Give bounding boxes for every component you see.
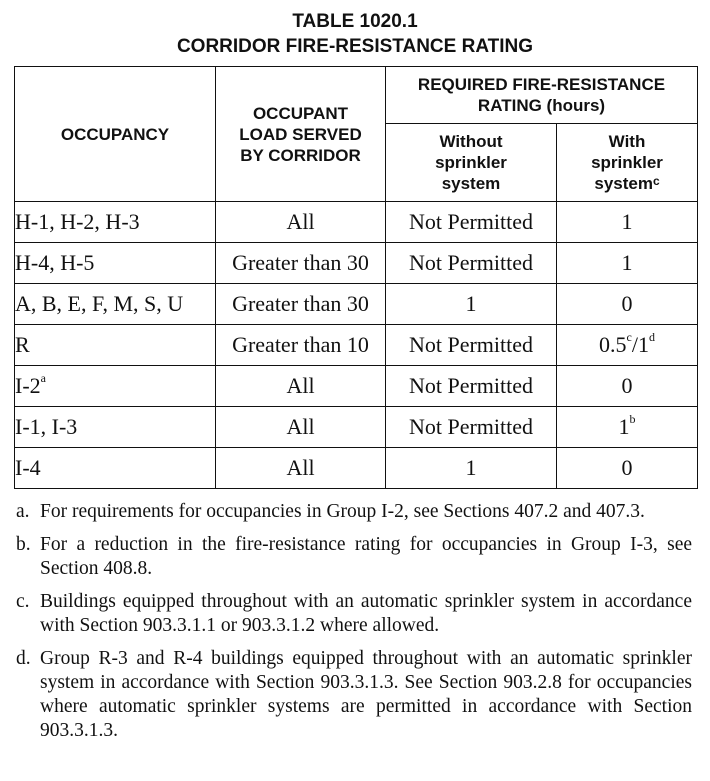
table-row: I-1, I-3 All Not Permitted 1b — [14, 406, 699, 448]
cell-without-sprinkler: Not Permitted — [385, 201, 557, 243]
footnote-label: a. — [16, 501, 30, 522]
cell-with-sprinkler: 1 — [555, 201, 699, 243]
footnote: d. Group R-3 and R-4 buildings equipped t… — [16, 647, 692, 743]
cell-without-sprinkler: 1 — [385, 447, 557, 489]
footnotes: a. For requirements for occupancies in Gr… — [16, 500, 692, 752]
cell-without-sprinkler: Not Permitted — [385, 242, 557, 284]
table-row: R Greater than 10 Not Permitted 0.5c/1d — [14, 324, 699, 366]
footnote-ref: c — [652, 174, 660, 188]
footnote-label: d. — [16, 648, 31, 669]
cell-occupant-load: All — [215, 201, 386, 243]
footnote-text: Group R-3 and R-4 buildings equipped thr… — [40, 648, 692, 741]
cell-occupant-load: Greater than 30 — [215, 242, 386, 284]
footnote: b. For a reduction in the fire-resistance… — [16, 533, 692, 581]
table-row: H-1, H-2, H-3 All Not Permitted 1 — [14, 201, 699, 243]
cell-without-sprinkler: Not Permitted — [385, 406, 557, 448]
cell-occupant-load: All — [215, 447, 386, 489]
footnote-text: For a reduction in the fire-resistance r… — [40, 534, 692, 579]
footnote-text: For requirements for occupancies in Grou… — [40, 501, 645, 522]
table-row: A, B, E, F, M, S, U Greater than 30 1 0 — [14, 283, 699, 325]
cell-with-sprinkler: 0 — [555, 365, 699, 407]
cell-without-sprinkler: 1 — [385, 283, 557, 325]
cell-occupancy: I-4 — [14, 447, 216, 489]
cell-occupant-load: All — [215, 406, 386, 448]
cell-without-sprinkler: Not Permitted — [385, 365, 557, 407]
cell-occupancy: R — [14, 324, 216, 366]
footnote-ref: b — [629, 412, 636, 426]
cell-without-sprinkler: Not Permitted — [385, 324, 557, 366]
cell-occupancy: H-4, H-5 — [14, 242, 216, 284]
header-occupant-load: OCCUPANT LOAD SERVED BY CORRIDOR — [215, 66, 386, 202]
footnote-label: c. — [16, 591, 30, 612]
footnote: a. For requirements for occupancies in Gr… — [16, 500, 692, 524]
footnote-text: Buildings equipped throughout with an au… — [40, 591, 692, 636]
footnote-label: b. — [16, 534, 31, 555]
header-required-rating: REQUIRED FIRE-RESISTANCE RATING (hours) — [384, 66, 699, 124]
cell-with-sprinkler: 0 — [555, 447, 699, 489]
header-without-sprinkler: Without sprinkler system — [385, 123, 557, 202]
cell-occupancy: I-1, I-3 — [14, 406, 216, 448]
cell-occupant-load: All — [215, 365, 386, 407]
cell-with-sprinkler: 0.5c/1d — [555, 324, 699, 366]
footnote-ref: a — [40, 371, 46, 385]
header-occupancy: OCCUPANCY — [14, 66, 216, 202]
fire-resistance-table: OCCUPANCY OCCUPANT LOAD SERVED BY CORRID… — [14, 66, 699, 489]
cell-with-sprinkler: 1b — [555, 406, 699, 448]
table-row: I-2a All Not Permitted 0 — [14, 365, 699, 407]
cell-occupancy: H-1, H-2, H-3 — [14, 201, 216, 243]
cell-occupancy: A, B, E, F, M, S, U — [14, 283, 216, 325]
cell-with-sprinkler: 1 — [555, 242, 699, 284]
cell-occupancy: I-2a — [14, 365, 216, 407]
table-title: CORRIDOR FIRE-RESISTANCE RATING — [176, 36, 534, 57]
cell-occupant-load: Greater than 30 — [215, 283, 386, 325]
table-number: TABLE 1020.1 — [292, 11, 418, 32]
footnote-ref: d — [648, 330, 655, 344]
footnote: c. Buildings equipped throughout with an … — [16, 590, 692, 638]
footnote-ref: c — [626, 330, 632, 344]
table-row: H-4, H-5 Greater than 30 Not Permitted 1 — [14, 242, 699, 284]
table-row: I-4 All 1 0 — [14, 447, 699, 489]
cell-with-sprinkler: 0 — [555, 283, 699, 325]
header-with-sprinkler: With sprinkler systemc — [555, 123, 699, 202]
cell-occupant-load: Greater than 10 — [215, 324, 386, 366]
